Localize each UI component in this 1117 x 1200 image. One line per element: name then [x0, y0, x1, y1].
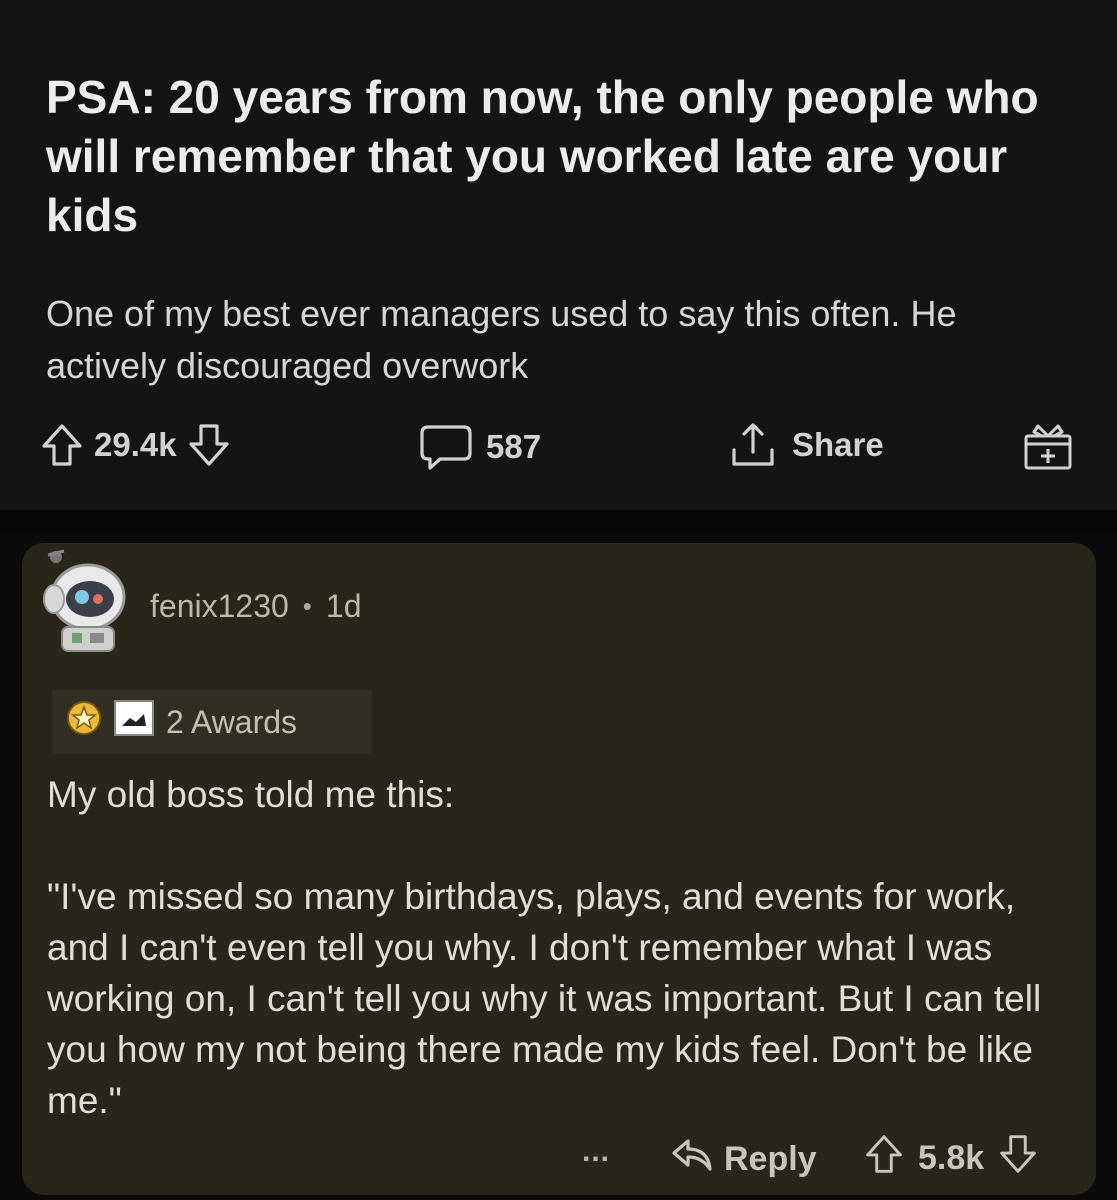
downvote-icon[interactable]: [187, 422, 231, 468]
comment-body: My old boss told me this: "I've missed s…: [47, 769, 1067, 1126]
reply-icon: [670, 1135, 714, 1184]
award-image-icon: [114, 700, 154, 744]
post-card: PSA: 20 years from now, the only people …: [0, 0, 1117, 510]
downvote-icon[interactable]: [998, 1133, 1038, 1184]
comment-actions-bar: ... Reply 5.8k: [22, 1131, 1096, 1181]
award-star-icon: [66, 700, 102, 744]
comment-icon: [418, 422, 474, 472]
comment-author[interactable]: fenix1230: [150, 588, 289, 625]
awards-row[interactable]: 2 Awards: [52, 690, 372, 754]
comment-paragraph: "I've missed so many birthdays, plays, a…: [47, 876, 1042, 1121]
share-button[interactable]: Share: [728, 420, 884, 470]
comment-age: 1d: [325, 588, 362, 624]
award-button[interactable]: [1020, 418, 1076, 479]
comment-paragraph: My old boss told me this:: [47, 774, 455, 815]
meta-separator: •: [302, 591, 312, 621]
avatar[interactable]: [38, 545, 138, 655]
comment-card: fenix1230 • 1d 2 Awards My old boss told…: [22, 543, 1096, 1195]
reply-button[interactable]: Reply: [670, 1135, 817, 1184]
comments-button[interactable]: 587: [418, 422, 541, 472]
share-icon: [728, 420, 778, 470]
post-score: 29.4k: [94, 426, 177, 463]
awards-label: 2 Awards: [166, 703, 298, 740]
upvote-icon[interactable]: [864, 1133, 904, 1184]
comment-score: 5.8k: [918, 1139, 985, 1177]
post-vote-group: 29.4k: [40, 422, 231, 468]
more-options-button[interactable]: ...: [582, 1135, 610, 1169]
post-body: One of my best ever managers used to say…: [46, 293, 957, 386]
upvote-icon[interactable]: [40, 422, 84, 468]
share-label: Share: [792, 426, 884, 463]
award-icon: [1020, 424, 1076, 478]
comment-meta: fenix1230 • 1d: [150, 588, 361, 625]
comment-vote-group: 5.8k: [864, 1133, 1038, 1184]
post-title[interactable]: PSA: 20 years from now, the only people …: [46, 68, 1086, 245]
section-divider: [0, 510, 1117, 532]
reply-label: Reply: [724, 1140, 817, 1178]
comment-count: 587: [486, 428, 542, 465]
post-actions-bar: 29.4k 587 Share: [0, 418, 1117, 478]
